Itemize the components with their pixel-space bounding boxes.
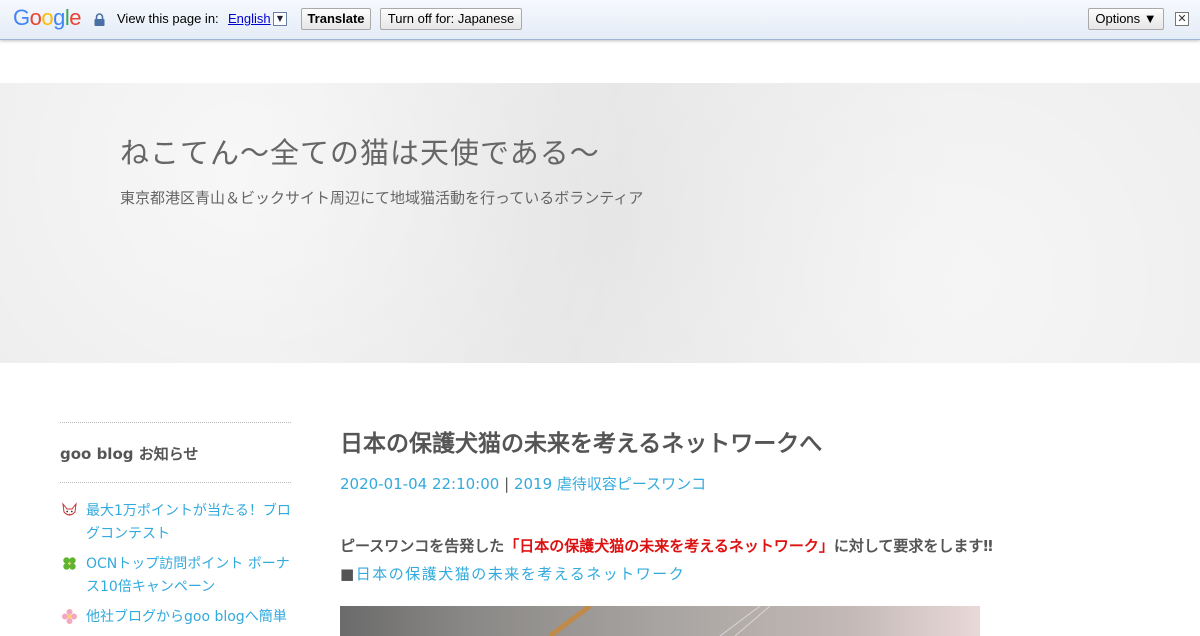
notice-item-label: OCNトップ訪問ポイント ボーナス10倍キャンペーン [86,556,290,595]
notice-item[interactable]: 最大1万ポイントが当たる！ブログコンテスト [60,500,291,546]
sidebar-heading: goo blog お知らせ [60,445,199,463]
translate-prompt: View this page in: [117,11,219,26]
post-link-line: ■日本の保護犬猫の未来を考えるネットワーク [340,563,1160,584]
chevron-down-icon[interactable]: ▼ [273,12,287,26]
google-logo: Google [13,5,82,30]
notice-item[interactable]: OCNトップ訪問ポイント ボーナス10倍キャンペーン [60,553,291,599]
lock-icon [94,13,105,26]
language-select[interactable]: English [228,11,271,26]
post-meta: 2020-01-04 22:10:00 | 2019 虐待収容ピースワンコ [340,473,1160,494]
translate-button[interactable]: Translate [301,8,371,30]
notice-item[interactable]: 他社ブログからgoo blogへ簡単 [60,606,291,629]
site-description: 東京都港区青山＆ビックサイト周辺にて地域猫活動を行っているボランティア [120,189,644,207]
notice-item-label: 他社ブログからgoo blogへ簡単 [86,609,287,625]
lead-text-end: に対して要求をします‼ [833,537,993,555]
options-button[interactable]: Options ▼ [1088,8,1164,30]
sidebar: goo blog お知らせ 最大1万ポイントが当たる！ブログコンテスト OCNト… [60,422,291,636]
notice-list: 最大1万ポイントが当たる！ブログコンテスト OCNトップ訪問ポイント ボーナス1… [60,483,291,629]
clover-icon [63,557,76,570]
google-translate-bar: Google View this page in: English ▼ Tran… [0,0,1200,40]
site-title[interactable]: ねこてん～全ての猫は天使である～ [120,130,600,172]
blog-post: 日本の保護犬猫の未来を考えるネットワークへ 2020-01-04 22:10:0… [340,424,1160,636]
post-photo [340,606,980,636]
post-lead: ピースワンコを告発した「日本の保護犬猫の未来を考えるネットワーク」に対して要求を… [340,535,1160,556]
post-date-link[interactable]: 2020-01-04 22:10:00 [340,475,499,493]
close-icon[interactable]: ✕ [1175,12,1189,26]
meta-separator: | [504,475,510,493]
turn-off-button[interactable]: Turn off for: Japanese [380,8,522,30]
post-title[interactable]: 日本の保護犬猫の未来を考えるネットワークへ [340,424,1160,458]
bullet: ■ [340,565,356,583]
lead-text: ピースワンコを告発した [340,537,505,555]
flower-icon [62,609,77,624]
fox-icon [62,502,77,516]
lead-highlight: 「日本の保護犬猫の未来を考えるネットワーク」 [504,537,834,555]
post-category-link[interactable]: 2019 虐待収容ピースワンコ [514,475,706,493]
network-link[interactable]: 日本の保護犬猫の未来を考えるネットワーク [356,565,686,583]
photo-detail [548,606,771,636]
blog-header: ねこてん～全ての猫は天使である～ 東京都港区青山＆ビックサイト周辺にて地域猫活動… [0,83,1200,363]
notice-item-label: 最大1万ポイントが当たる！ブログコンテスト [86,503,291,542]
